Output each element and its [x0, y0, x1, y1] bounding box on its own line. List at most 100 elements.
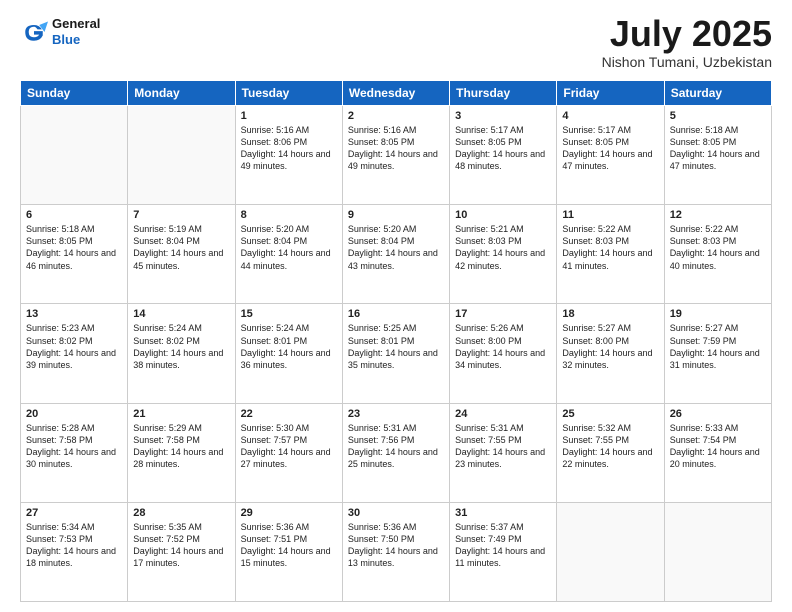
day-of-week-header: Saturday — [664, 81, 771, 106]
calendar-cell: 5 Sunrise: 5:18 AMSunset: 8:05 PMDaylight… — [664, 106, 771, 205]
day-number: 18 — [562, 308, 658, 320]
day-number: 21 — [133, 408, 229, 420]
calendar-cell: 31 Sunrise: 5:37 AMSunset: 7:49 PMDayligh… — [450, 502, 557, 601]
calendar-cell: 2 Sunrise: 5:16 AMSunset: 8:05 PMDaylight… — [342, 106, 449, 205]
calendar-cell: 8 Sunrise: 5:20 AMSunset: 8:04 PMDaylight… — [235, 205, 342, 304]
day-number: 30 — [348, 507, 444, 519]
title-block: July 2025 Nishon Tumani, Uzbekistan — [602, 16, 772, 70]
calendar-cell: 4 Sunrise: 5:17 AMSunset: 8:05 PMDaylight… — [557, 106, 664, 205]
cell-info: Sunrise: 5:27 AMSunset: 8:00 PMDaylight:… — [562, 322, 658, 371]
cell-info: Sunrise: 5:30 AMSunset: 7:57 PMDaylight:… — [241, 422, 337, 471]
cell-info: Sunrise: 5:16 AMSunset: 8:05 PMDaylight:… — [348, 124, 444, 173]
day-number: 2 — [348, 110, 444, 122]
day-of-week-header: Sunday — [21, 81, 128, 106]
calendar-table: SundayMondayTuesdayWednesdayThursdayFrid… — [20, 80, 772, 602]
calendar-cell: 25Sunrise: 5:32 AMSunset: 7:55 PMDayligh… — [557, 403, 664, 502]
calendar-cell: 28 Sunrise: 5:35 AMSunset: 7:52 PMDayligh… — [128, 502, 235, 601]
calendar-cell: 19 Sunrise: 5:27 AMSunset: 7:59 PMDayligh… — [664, 304, 771, 403]
calendar-cell: 30Sunrise: 5:36 AMSunset: 7:50 PMDayligh… — [342, 502, 449, 601]
location: Nishon Tumani, Uzbekistan — [602, 54, 772, 70]
day-number: 9 — [348, 209, 444, 221]
calendar-cell: 3 Sunrise: 5:17 AMSunset: 8:05 PMDaylight… — [450, 106, 557, 205]
calendar-cell — [21, 106, 128, 205]
cell-info: Sunrise: 5:19 AMSunset: 8:04 PMDaylight:… — [133, 223, 229, 272]
day-of-week-header: Wednesday — [342, 81, 449, 106]
day-number: 22 — [241, 408, 337, 420]
cell-info: Sunrise: 5:37 AMSunset: 7:49 PMDaylight:… — [455, 521, 551, 570]
day-number: 17 — [455, 308, 551, 320]
cell-info: Sunrise: 5:29 AMSunset: 7:58 PMDaylight:… — [133, 422, 229, 471]
day-number: 6 — [26, 209, 122, 221]
day-of-week-header: Thursday — [450, 81, 557, 106]
cell-info: Sunrise: 5:18 AMSunset: 8:05 PMDaylight:… — [26, 223, 122, 272]
day-number: 26 — [670, 408, 766, 420]
day-number: 20 — [26, 408, 122, 420]
calendar-cell: 10 Sunrise: 5:21 AMSunset: 8:03 PMDayligh… — [450, 205, 557, 304]
day-number: 7 — [133, 209, 229, 221]
calendar-cell: 12 Sunrise: 5:22 AMSunset: 8:03 PMDayligh… — [664, 205, 771, 304]
calendar-cell: 6 Sunrise: 5:18 AMSunset: 8:05 PMDaylight… — [21, 205, 128, 304]
calendar-cell: 27Sunrise: 5:34 AMSunset: 7:53 PMDayligh… — [21, 502, 128, 601]
calendar-week-row: 1Sunrise: 5:16 AMSunset: 8:06 PMDaylight… — [21, 106, 772, 205]
cell-info: Sunrise: 5:23 AMSunset: 8:02 PMDaylight:… — [26, 322, 122, 371]
day-number: 5 — [670, 110, 766, 122]
month-title: July 2025 — [602, 16, 772, 52]
day-number: 8 — [241, 209, 337, 221]
calendar-cell: 26Sunrise: 5:33 AMSunset: 7:54 PMDayligh… — [664, 403, 771, 502]
calendar-cell: 21 Sunrise: 5:29 AMSunset: 7:58 PMDayligh… — [128, 403, 235, 502]
day-number: 29 — [241, 507, 337, 519]
day-number: 28 — [133, 507, 229, 519]
cell-info: Sunrise: 5:25 AMSunset: 8:01 PMDaylight:… — [348, 322, 444, 371]
header: General Blue July 2025 Nishon Tumani, Uz… — [20, 16, 772, 70]
cell-info: Sunrise: 5:21 AMSunset: 8:03 PMDaylight:… — [455, 223, 551, 272]
calendar-cell: 18 Sunrise: 5:27 AMSunset: 8:00 PMDayligh… — [557, 304, 664, 403]
cell-info: Sunrise: 5:18 AMSunset: 8:05 PMDaylight:… — [670, 124, 766, 173]
cell-info: Sunrise: 5:17 AMSunset: 8:05 PMDaylight:… — [455, 124, 551, 173]
day-number: 19 — [670, 308, 766, 320]
day-number: 16 — [348, 308, 444, 320]
day-of-week-header: Tuesday — [235, 81, 342, 106]
day-number: 12 — [670, 209, 766, 221]
day-of-week-header: Monday — [128, 81, 235, 106]
cell-info: Sunrise: 5:34 AMSunset: 7:53 PMDaylight:… — [26, 521, 122, 570]
calendar-week-row: 20 Sunrise: 5:28 AMSunset: 7:58 PMDayligh… — [21, 403, 772, 502]
calendar-cell: 11 Sunrise: 5:22 AMSunset: 8:03 PMDayligh… — [557, 205, 664, 304]
page: General Blue July 2025 Nishon Tumani, Uz… — [0, 0, 792, 612]
calendar-week-row: 13 Sunrise: 5:23 AMSunset: 8:02 PMDayligh… — [21, 304, 772, 403]
calendar-cell: 17Sunrise: 5:26 AMSunset: 8:00 PMDayligh… — [450, 304, 557, 403]
calendar-cell: 22 Sunrise: 5:30 AMSunset: 7:57 PMDayligh… — [235, 403, 342, 502]
cell-info: Sunrise: 5:22 AMSunset: 8:03 PMDaylight:… — [562, 223, 658, 272]
cell-info: Sunrise: 5:27 AMSunset: 7:59 PMDaylight:… — [670, 322, 766, 371]
cell-info: Sunrise: 5:24 AMSunset: 8:02 PMDaylight:… — [133, 322, 229, 371]
calendar-cell — [664, 502, 771, 601]
calendar-cell — [128, 106, 235, 205]
calendar-cell: 15 Sunrise: 5:24 AMSunset: 8:01 PMDayligh… — [235, 304, 342, 403]
logo-icon — [20, 18, 48, 46]
day-number: 14 — [133, 308, 229, 320]
day-number: 3 — [455, 110, 551, 122]
cell-info: Sunrise: 5:36 AMSunset: 7:51 PMDaylight:… — [241, 521, 337, 570]
calendar-cell: 14 Sunrise: 5:24 AMSunset: 8:02 PMDayligh… — [128, 304, 235, 403]
calendar-cell: 16 Sunrise: 5:25 AMSunset: 8:01 PMDayligh… — [342, 304, 449, 403]
day-number: 13 — [26, 308, 122, 320]
calendar-cell: 7 Sunrise: 5:19 AMSunset: 8:04 PMDaylight… — [128, 205, 235, 304]
cell-info: Sunrise: 5:24 AMSunset: 8:01 PMDaylight:… — [241, 322, 337, 371]
calendar-cell: 13 Sunrise: 5:23 AMSunset: 8:02 PMDayligh… — [21, 304, 128, 403]
cell-info: Sunrise: 5:22 AMSunset: 8:03 PMDaylight:… — [670, 223, 766, 272]
calendar-cell: 20 Sunrise: 5:28 AMSunset: 7:58 PMDayligh… — [21, 403, 128, 502]
cell-info: Sunrise: 5:16 AMSunset: 8:06 PMDaylight:… — [241, 124, 337, 173]
cell-info: Sunrise: 5:31 AMSunset: 7:55 PMDaylight:… — [455, 422, 551, 471]
logo: General Blue — [20, 16, 100, 47]
cell-info: Sunrise: 5:35 AMSunset: 7:52 PMDaylight:… — [133, 521, 229, 570]
calendar-cell: 1Sunrise: 5:16 AMSunset: 8:06 PMDaylight… — [235, 106, 342, 205]
cell-info: Sunrise: 5:32 AMSunset: 7:55 PMDaylight:… — [562, 422, 658, 471]
day-number: 15 — [241, 308, 337, 320]
cell-info: Sunrise: 5:28 AMSunset: 7:58 PMDaylight:… — [26, 422, 122, 471]
day-number: 10 — [455, 209, 551, 221]
day-number: 31 — [455, 507, 551, 519]
day-number: 4 — [562, 110, 658, 122]
cell-info: Sunrise: 5:17 AMSunset: 8:05 PMDaylight:… — [562, 124, 658, 173]
calendar-cell: 29 Sunrise: 5:36 AMSunset: 7:51 PMDayligh… — [235, 502, 342, 601]
cell-info: Sunrise: 5:20 AMSunset: 8:04 PMDaylight:… — [241, 223, 337, 272]
day-number: 11 — [562, 209, 658, 221]
